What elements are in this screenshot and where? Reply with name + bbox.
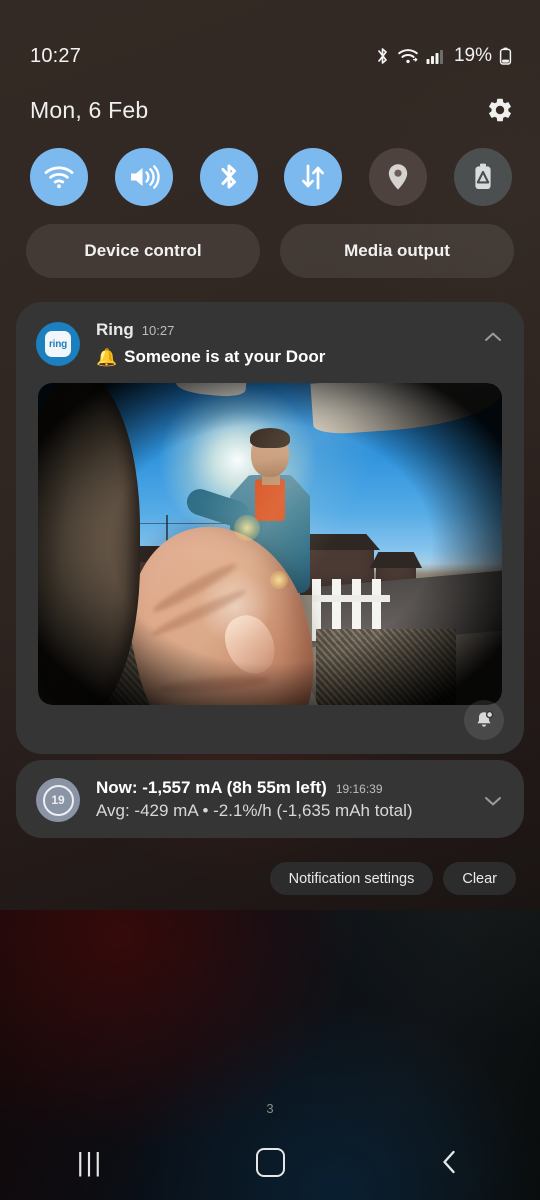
chevron-down-icon[interactable] xyxy=(480,788,506,814)
gear-icon[interactable] xyxy=(486,96,514,124)
status-bar-clock: 10:27 xyxy=(30,44,82,67)
notification-battery-monitor[interactable]: 19 Now: -1,557 mA (8h 55m left) 19:16:39… xyxy=(16,760,524,838)
notification-timestamp: 19:16:39 xyxy=(335,781,383,796)
porch-eave xyxy=(310,383,502,436)
location-pin-icon xyxy=(386,162,410,192)
clear-button[interactable]: Clear xyxy=(443,862,516,895)
gravel-bed-right xyxy=(316,629,456,705)
lens-flare xyxy=(234,515,260,541)
ring-app-icon-label: ring xyxy=(45,331,71,357)
bluetooth-icon xyxy=(217,161,241,193)
shade-date: Mon, 6 Feb xyxy=(30,96,149,123)
quick-tile-bluetooth[interactable] xyxy=(199,148,258,206)
notification-footer: Notification settings Clear xyxy=(0,862,540,895)
chevron-up-icon[interactable] xyxy=(480,324,506,350)
recents-icon: ||| xyxy=(76,1147,104,1177)
home-icon xyxy=(255,1147,285,1177)
bell-badge-icon[interactable] xyxy=(464,700,504,740)
quick-tile-mobile-data[interactable] xyxy=(284,148,343,206)
media-output-button[interactable]: Media output xyxy=(280,224,514,278)
back-chevron-icon xyxy=(437,1147,463,1177)
notification-time: 10:27 xyxy=(141,323,175,338)
status-bar-battery-percent: 19% xyxy=(453,45,492,66)
notification-title: Now: -1,557 mA (8h 55m left) xyxy=(96,777,327,797)
quick-tile-power-saving[interactable] xyxy=(453,148,512,206)
status-bar-icons: 19% xyxy=(375,45,512,67)
battery-level-value: 19 xyxy=(42,784,74,816)
ring-app-icon: ring xyxy=(36,322,80,366)
navigation-bar: ||| xyxy=(0,1124,540,1200)
battery-icon xyxy=(499,46,512,66)
home-button[interactable] xyxy=(180,1124,360,1200)
device-control-button[interactable]: Device control xyxy=(26,224,260,278)
notification-app-name: Ring xyxy=(96,320,134,339)
status-bar: 10:27 19% xyxy=(0,40,540,72)
notification-title: Someone is at your Door xyxy=(124,347,326,366)
wifi-icon xyxy=(397,46,419,66)
notification-ring-header: ring Ring 10:27 🔔 Someone is at your Doo… xyxy=(16,320,524,367)
notification-ring[interactable]: ring Ring 10:27 🔔 Someone is at your Doo… xyxy=(16,302,524,754)
phone-screen: 10:27 19% Mon, 6 Feb Device control Medi… xyxy=(0,0,540,1200)
notification-body: Avg: -429 mA • -2.1%/h (-1,635 mAh total… xyxy=(96,800,413,820)
snapshot-scene xyxy=(38,383,502,705)
lens-flare xyxy=(270,571,288,589)
notification-ring-meta: Ring 10:27 xyxy=(96,320,480,340)
notification-battery-title-row: Now: -1,557 mA (8h 55m left) 19:16:39 xyxy=(96,778,480,798)
quick-tile-location[interactable] xyxy=(369,148,428,206)
door-frame xyxy=(38,383,140,705)
quick-tile-wifi[interactable] xyxy=(30,148,88,206)
back-button[interactable] xyxy=(360,1124,540,1200)
battery-level-icon: 19 xyxy=(36,778,80,822)
doorbell-camera-snapshot[interactable] xyxy=(38,383,502,705)
volume-icon xyxy=(128,163,160,191)
quick-tile-sound[interactable] xyxy=(114,148,173,206)
home-page-indicator: 3 xyxy=(266,1101,274,1116)
notification-ring-title-row: 🔔 Someone is at your Door xyxy=(96,347,480,367)
battery-saver-icon xyxy=(471,162,495,192)
recents-button[interactable]: ||| xyxy=(0,1124,180,1200)
notification-list: ring Ring 10:27 🔔 Someone is at your Doo… xyxy=(16,302,524,838)
wifi-icon xyxy=(43,164,75,190)
bell-emoji-icon: 🔔 xyxy=(96,347,118,367)
notification-settings-button[interactable]: Notification settings xyxy=(269,862,434,895)
notification-battery-text: Now: -1,557 mA (8h 55m left) 19:16:39 Av… xyxy=(96,778,480,821)
notification-ring-text: Ring 10:27 🔔 Someone is at your Door xyxy=(96,320,480,367)
quick-settings-row xyxy=(30,148,512,206)
data-transfer-icon xyxy=(299,162,327,192)
porch-eave-secondary xyxy=(175,383,247,399)
shade-header: Mon, 6 Feb xyxy=(0,88,540,132)
bluetooth-icon xyxy=(375,46,390,66)
cellular-signal-icon xyxy=(426,46,445,66)
notification-battery-inner: 19 Now: -1,557 mA (8h 55m left) 19:16:39… xyxy=(16,760,524,838)
shortcut-button-row: Device control Media output xyxy=(26,224,514,278)
